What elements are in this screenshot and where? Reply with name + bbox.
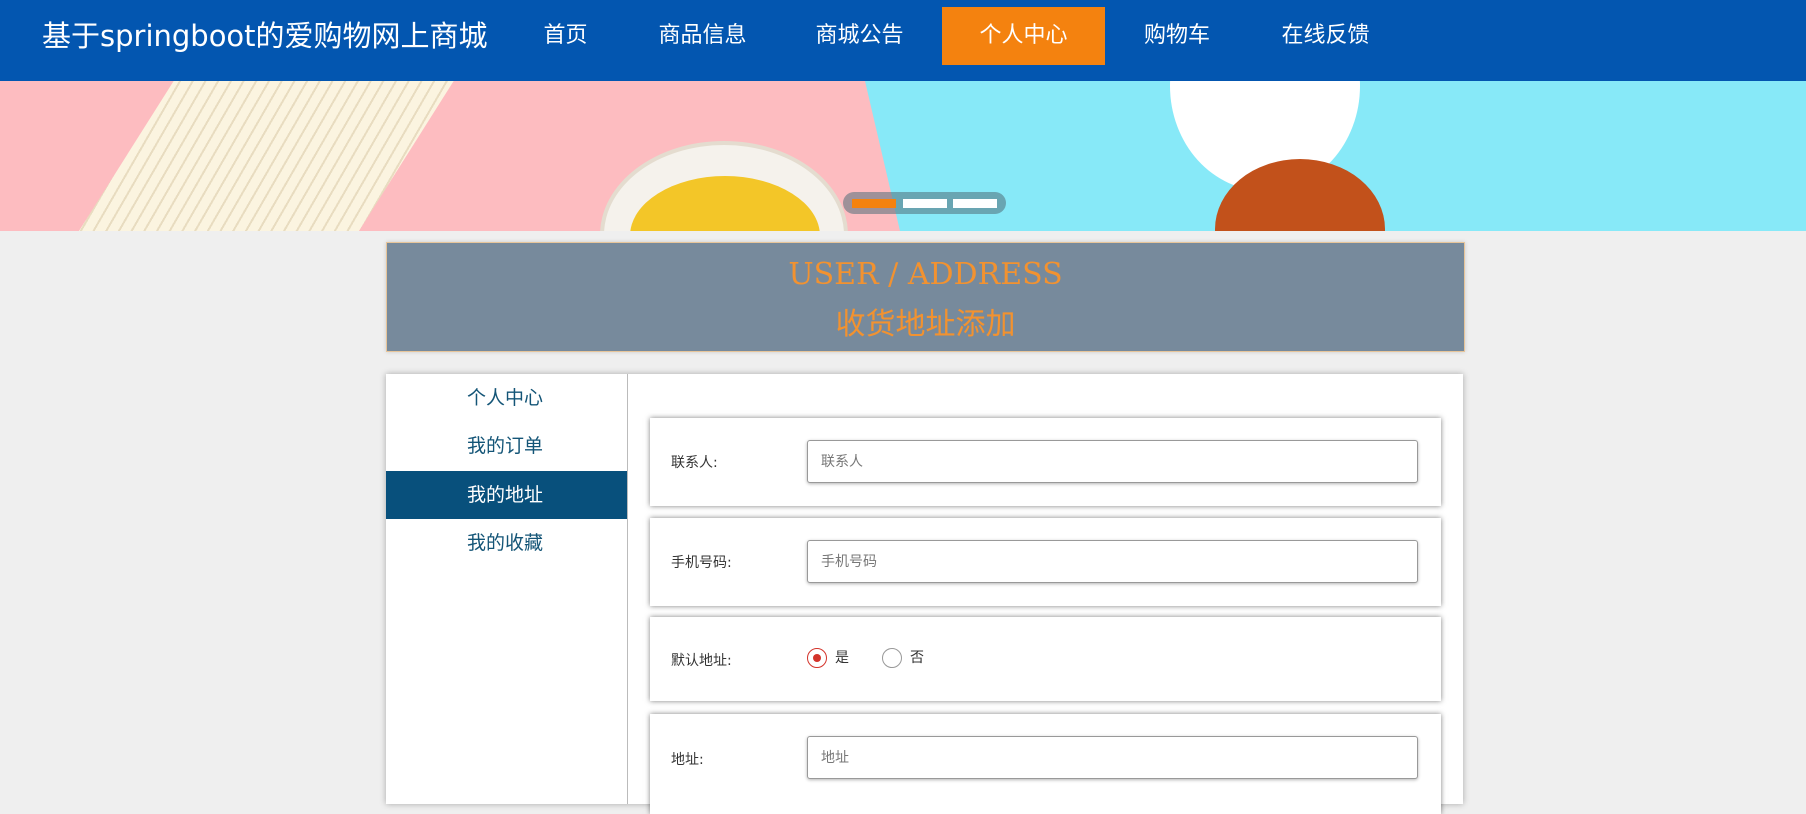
sidebar-item-personal-center[interactable]: 个人中心 [386, 374, 627, 422]
nav-products[interactable]: 商品信息 [645, 7, 760, 65]
radio-unchecked-icon[interactable] [882, 648, 902, 668]
default-address-row: 默认地址: 是 否 [650, 617, 1441, 701]
sidebar: 个人中心 我的订单 我的地址 我的收藏 [386, 374, 628, 804]
page-title-cn: 收货地址添加 [835, 307, 1016, 342]
phone-input[interactable] [807, 540, 1418, 583]
sidebar-item-my-address[interactable]: 我的地址 [386, 471, 627, 519]
address-input[interactable] [807, 736, 1418, 779]
nav-cart[interactable]: 购物车 [1128, 7, 1226, 65]
nav-feedback[interactable]: 在线反馈 [1266, 7, 1385, 65]
phone-label: 手机号码: [671, 555, 732, 571]
phone-row: 手机号码: [650, 518, 1441, 606]
top-navbar: 基于springboot的爱购物网上商城 首页 商品信息 商城公告 个人中心 购… [0, 0, 1806, 81]
site-title[interactable]: 基于springboot的爱购物网上商城 [42, 0, 488, 73]
carousel-dot-1[interactable] [852, 199, 896, 208]
nav-announcements[interactable]: 商城公告 [800, 7, 919, 65]
default-yes-label: 是 [835, 650, 849, 666]
carousel-indicators [843, 192, 1006, 214]
address-label: 地址: [671, 752, 704, 768]
nav-home[interactable]: 首页 [524, 7, 607, 65]
page-title-banner: USER / ADDRESS 收货地址添加 [386, 242, 1465, 352]
address-row: 地址: [650, 714, 1441, 814]
default-address-label: 默认地址: [671, 653, 732, 669]
sidebar-item-my-orders[interactable]: 我的订单 [386, 422, 627, 470]
page-title-en: USER / ADDRESS [788, 257, 1063, 292]
banner-carousel[interactable] [0, 81, 1806, 231]
carousel-dot-2[interactable] [903, 199, 947, 208]
sidebar-item-my-favorites[interactable]: 我的收藏 [386, 519, 627, 567]
nav-personal-center[interactable]: 个人中心 [942, 7, 1105, 65]
radio-checked-icon[interactable] [807, 648, 827, 668]
contact-input[interactable] [807, 440, 1418, 483]
contact-label: 联系人: [671, 455, 718, 471]
main-content: 个人中心 我的订单 我的地址 我的收藏 联系人: 手机号码: 默认地址: 是 否… [386, 374, 1463, 814]
default-yes-option[interactable]: 是 [807, 647, 849, 669]
default-no-option[interactable]: 否 [882, 647, 924, 669]
default-no-label: 否 [910, 650, 924, 666]
carousel-dot-3[interactable] [953, 199, 997, 208]
contact-row: 联系人: [650, 418, 1441, 506]
